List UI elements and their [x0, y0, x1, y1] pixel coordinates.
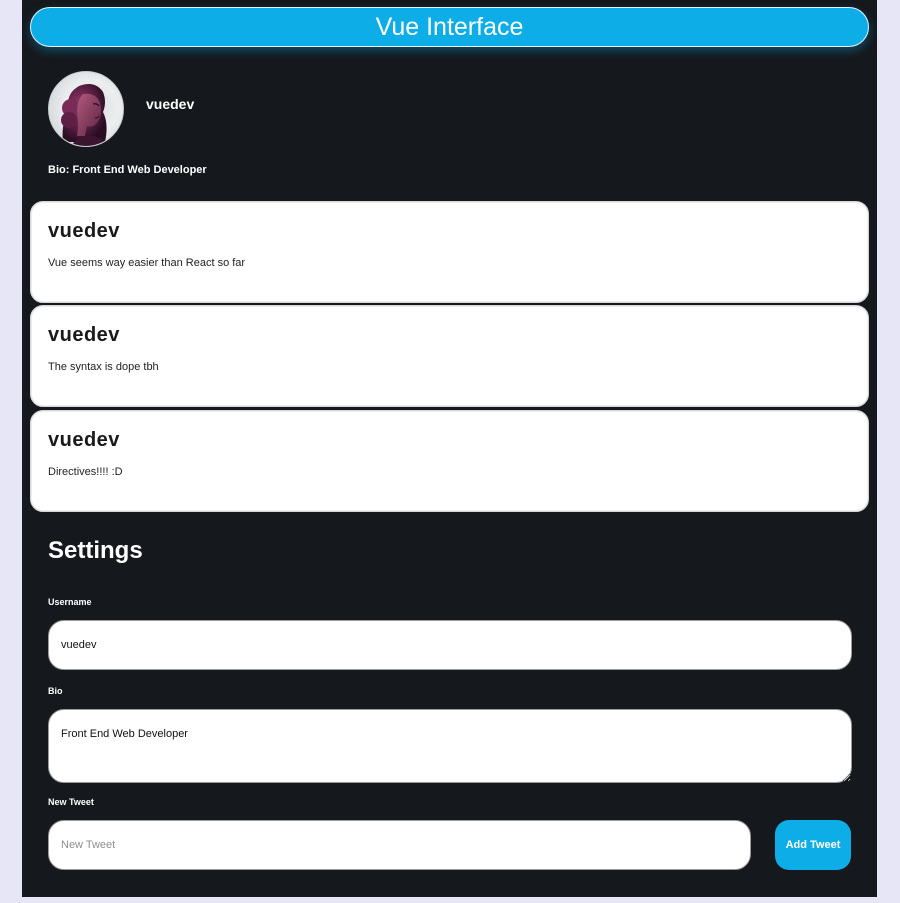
avatar-portrait-icon: [61, 84, 107, 146]
page-title: Vue Interface: [30, 7, 869, 47]
tweet-author: vuedev: [48, 220, 120, 242]
tweet-text: The syntax is dope tbh: [48, 361, 159, 373]
tweet-card: vuedev The syntax is dope tbh: [30, 305, 869, 407]
profile-username: vuedev: [146, 96, 195, 112]
app-panel: Vue Interface vuedev Bio: Front End Web …: [22, 0, 877, 897]
tweet-author: vuedev: [48, 324, 120, 346]
add-tweet-button[interactable]: Add Tweet: [775, 820, 851, 870]
username-field[interactable]: [48, 620, 852, 670]
new-tweet-input[interactable]: [48, 820, 751, 870]
tweet-author: vuedev: [48, 429, 120, 451]
settings-heading: Settings: [48, 537, 143, 564]
username-label: Username: [48, 597, 92, 607]
tweet-text: Directives!!!! :D: [48, 466, 123, 478]
new-tweet-label: New Tweet: [48, 797, 94, 807]
bio-label: Bio: [48, 686, 63, 696]
tweet-card: vuedev Directives!!!! :D: [30, 410, 869, 512]
tweet-card: vuedev Vue seems way easier than React s…: [30, 201, 869, 303]
profile-bio: Bio: Front End Web Developer: [48, 164, 207, 176]
avatar: [48, 71, 124, 147]
tweet-text: Vue seems way easier than React so far: [48, 257, 246, 269]
bio-field[interactable]: Front End Web Developer: [48, 709, 852, 783]
